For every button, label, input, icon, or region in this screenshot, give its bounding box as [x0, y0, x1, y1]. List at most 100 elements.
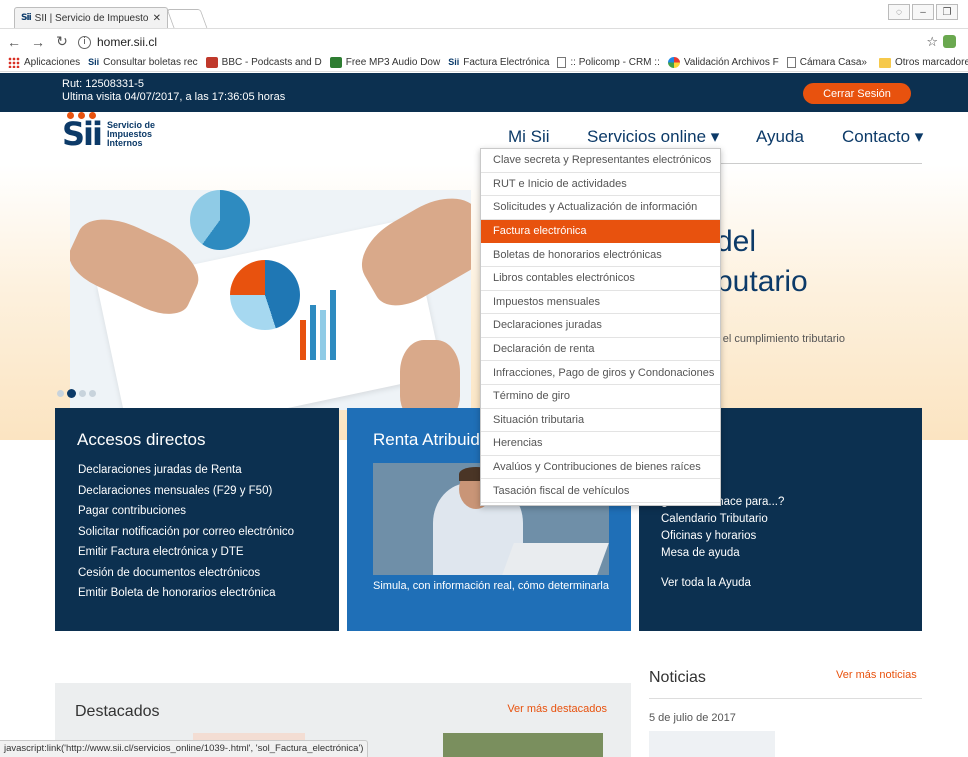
ver-mas-destacados-link[interactable]: Ver más destacados [507, 703, 607, 715]
accesos-link[interactable]: Declaraciones juradas de Renta [78, 464, 294, 485]
accesos-directos-panel: Accesos directos Declaraciones juradas d… [55, 408, 339, 631]
dropdown-item-active[interactable]: Factura electrónica [481, 219, 720, 244]
new-tab-button[interactable] [166, 9, 208, 28]
bookmark-label: Validación Archivos F [683, 57, 779, 68]
nav-mi-sii[interactable]: Mi Sii [508, 127, 550, 147]
accesos-link[interactable]: Pagar contribuciones [78, 505, 294, 526]
noticia-thumbnail[interactable] [649, 731, 775, 757]
accesos-link[interactable]: Declaraciones mensuales (F29 y F50) [78, 485, 294, 506]
ver-mas-noticias-link[interactable]: Ver más noticias [836, 669, 917, 681]
destacado-thumbnail[interactable] [443, 733, 603, 757]
dropdown-item[interactable]: Situación tributaria [481, 409, 720, 433]
user-session-bar: Rut: 12508331-5 Ultima visita 04/07/2017… [0, 73, 968, 112]
bar-illustration [310, 305, 316, 360]
bookmarks-overflow: » Otros marcadores [861, 57, 968, 68]
sii-logo[interactable]: Sii Servicio de Impuestos Internos [62, 112, 155, 150]
user-icon[interactable]: ◌ [888, 4, 910, 20]
noticias-divider [649, 698, 922, 699]
dropdown-item[interactable]: Avalúos y Contribuciones de bienes raíce… [481, 456, 720, 480]
back-arrow-icon[interactable]: ← [4, 34, 24, 50]
tab-title: SII | Servicio de Impuesto [34, 12, 149, 24]
bookmark-item[interactable]: Sii Factura Electrónica [448, 57, 549, 68]
dropdown-item[interactable]: Infracciones, Pago de giros y Condonacio… [481, 361, 720, 385]
ayuda-link[interactable]: Mesa de ayuda [661, 547, 784, 564]
folder-icon [878, 57, 891, 68]
bar-illustration [330, 290, 336, 360]
dropdown-item[interactable]: Herencias [481, 432, 720, 456]
hero-image[interactable] [70, 190, 471, 410]
window-controls: ◌ – ❐ [888, 4, 958, 20]
carousel-dot-active[interactable] [67, 389, 76, 398]
browser-tabstrip: Sii SII | Servicio de Impuesto ✕ ◌ – ❐ [0, 0, 968, 28]
dropdown-item[interactable]: Impuestos mensuales [481, 291, 720, 315]
address-url: homer.sii.cl [97, 35, 158, 49]
bookmark-item[interactable]: Validación Archivos F [667, 57, 779, 68]
bookmark-item[interactable]: Free MP3 Audio Dow [329, 57, 440, 68]
ayuda-link[interactable]: Oficinas y horarios [661, 530, 784, 547]
browser-tab[interactable]: Sii SII | Servicio de Impuesto ✕ [14, 7, 168, 28]
dropdown-item[interactable]: Libros contables electrónicos [481, 267, 720, 291]
bookmark-label: Factura Electrónica [463, 57, 550, 68]
hero-title-line: butario [716, 265, 808, 298]
nav-ayuda[interactable]: Ayuda [756, 127, 804, 147]
accesos-link[interactable]: Emitir Factura electrónica y DTE [78, 546, 294, 567]
accesos-link[interactable]: Solicitar notificación por correo electr… [78, 526, 294, 547]
bookmark-star-icon[interactable]: ☆ [926, 34, 938, 50]
renta-caption[interactable]: Simula, con información real, cómo deter… [373, 580, 609, 592]
bookmark-label: Cámara Casa [799, 57, 862, 68]
bar-illustration [300, 320, 306, 360]
sii-icon: Sii [448, 57, 460, 67]
bookmark-item[interactable]: Cámara Casa [786, 57, 862, 68]
dropdown-item[interactable]: Boletas de honorarios electrónicas [481, 243, 720, 267]
noticia-date: 5 de julio de 2017 [649, 712, 736, 724]
page-icon [557, 57, 567, 68]
carousel-dot[interactable] [89, 390, 96, 397]
dropdown-item[interactable]: RUT e Inicio de actividades [481, 173, 720, 197]
dropdown-item[interactable]: Declaración de renta [481, 338, 720, 362]
bookmark-item[interactable]: BBC - Podcasts and D [205, 57, 322, 68]
page-icon [786, 57, 796, 68]
logo-mark: Sii [62, 112, 103, 150]
dropdown-item[interactable]: Clave secreta y Representantes electróni… [481, 149, 720, 173]
logo-mark-text: Sii [62, 115, 103, 153]
carousel-dot[interactable] [57, 390, 64, 397]
validation-icon [667, 57, 680, 68]
close-tab-icon[interactable]: ✕ [153, 13, 161, 24]
accesos-list: Declaraciones juradas de Renta Declaraci… [78, 464, 294, 608]
logout-button[interactable]: Cerrar Sesión [803, 83, 911, 104]
nav-contacto[interactable]: Contacto ▾ [842, 127, 923, 147]
carousel-dot[interactable] [79, 390, 86, 397]
address-bar[interactable]: i homer.sii.cl [78, 32, 908, 52]
nav-servicios-online[interactable]: Servicios online ▾ [587, 127, 719, 147]
bookmark-item[interactable]: Sii Consultar boletas rec [88, 57, 198, 68]
bookmark-item[interactable]: Aplicaciones [8, 57, 80, 68]
dropdown-item[interactable]: Tasación fiscal de vehículos [481, 479, 720, 503]
bookmark-label: BBC - Podcasts and D [221, 57, 322, 68]
reload-icon[interactable]: ↻ [52, 33, 72, 50]
minimize-icon[interactable]: – [912, 4, 934, 20]
restore-icon[interactable]: ❐ [936, 4, 958, 20]
bookmarks-bar: Aplicaciones Sii Consultar boletas rec B… [0, 54, 968, 72]
dropdown-item[interactable]: Declaraciones juradas [481, 314, 720, 338]
ayuda-link[interactable]: Calendario Tributario [661, 513, 784, 530]
more-bookmarks-button[interactable]: » [861, 57, 867, 68]
forward-arrow-icon[interactable]: → [28, 34, 48, 50]
dropdown-item[interactable]: Término de giro [481, 385, 720, 409]
info-icon[interactable]: i [78, 35, 91, 49]
hero-subtitle: r el cumplimiento tributario [716, 333, 845, 345]
other-bookmarks[interactable]: Otros marcadores [895, 57, 968, 68]
accesos-link[interactable]: Emitir Boleta de honorarios electrónica [78, 587, 294, 608]
section-title: Noticias [649, 669, 706, 686]
dropdown-item[interactable]: Solicitudes y Actualización de informaci… [481, 196, 720, 220]
user-rut: Rut: 12508331-5 [62, 78, 144, 90]
bookmark-item[interactable]: :: Policomp - CRM :: [557, 57, 660, 68]
extension-icon[interactable] [943, 35, 956, 48]
hand-illustration [400, 340, 460, 410]
accesos-link[interactable]: Cesión de documentos electrónicos [78, 567, 294, 588]
ver-toda-ayuda-link[interactable]: Ver toda la Ayuda [661, 577, 751, 589]
laptop-illustration [502, 543, 609, 575]
panel-title: Accesos directos [77, 430, 206, 449]
servicios-online-dropdown: Clave secreta y Representantes electróni… [480, 148, 721, 506]
hero-title: del butario [716, 222, 808, 302]
last-visit: Ultima visita 04/07/2017, a las 17:36:05… [62, 91, 286, 103]
